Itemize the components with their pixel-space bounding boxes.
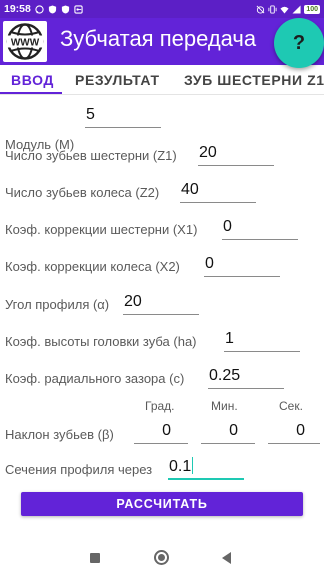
text-cursor	[192, 457, 194, 474]
beta-degrees-header: Град.	[145, 399, 175, 413]
tab-pinion-tooth[interactable]: ЗУБ ШЕСТЕРНИ Z1	[184, 72, 324, 88]
calculate-button[interactable]: РАССЧИТАТЬ	[21, 492, 303, 516]
beta-label: Наклон зубьев (β)	[5, 427, 114, 442]
alpha-input[interactable]: 20	[123, 291, 199, 315]
beta-seconds-input[interactable]: 0	[268, 420, 320, 444]
ha-label: Коэф. высоты головки зуба (ha)	[5, 334, 197, 349]
module-input[interactable]: 5	[85, 104, 161, 128]
beta-seconds-header: Сек.	[279, 399, 303, 413]
x1-input[interactable]: 0	[222, 216, 298, 240]
shield-icon	[48, 4, 56, 14]
x1-label: Коэф. коррекции шестерни (X1)	[5, 222, 198, 237]
tab-result[interactable]: РЕЗУЛЬТАТ	[75, 72, 160, 88]
tab-bar: ВВОД РЕЗУЛЬТАТ ЗУБ ШЕСТЕРНИ Z1	[0, 65, 324, 95]
status-time: 19:58	[4, 3, 31, 15]
beta-minutes-input[interactable]: 0	[201, 420, 255, 444]
battery-icon: 100	[304, 4, 320, 14]
wifi-icon	[280, 6, 289, 14]
alpha-label: Угол профиля (α)	[5, 297, 110, 312]
help-button[interactable]: ?	[274, 18, 324, 68]
back-icon[interactable]	[222, 552, 231, 564]
status-bar: 19:58 100	[0, 0, 324, 18]
section-value: 0.1	[169, 458, 192, 475]
z1-input[interactable]: 20	[198, 142, 274, 166]
c-input[interactable]: 0.25	[208, 365, 284, 389]
tab-input[interactable]: ВВОД	[11, 72, 54, 88]
vpn-key-icon	[74, 4, 83, 14]
navigation-bar	[0, 540, 324, 576]
section-input[interactable]: 0.1	[168, 456, 244, 480]
app-logo: WWW	[3, 21, 47, 62]
alarm-off-icon	[256, 5, 265, 14]
signal-icon	[292, 4, 301, 14]
c-label: Коэф. радиального зазора (c)	[5, 371, 185, 386]
beta-minutes-header: Мин.	[211, 399, 238, 413]
active-tab-indicator	[0, 92, 62, 94]
x2-label: Коэф. коррекции колеса (X2)	[5, 259, 180, 274]
z1-label: Число зубьев шестерни (Z1)	[5, 148, 177, 163]
z2-label: Число зубьев колеса (Z2)	[5, 185, 160, 200]
shield-icon	[61, 4, 69, 14]
recents-icon[interactable]	[90, 553, 100, 563]
logo-text: WWW	[11, 38, 40, 49]
z2-input[interactable]: 40	[180, 179, 256, 203]
ha-input[interactable]: 1	[224, 328, 300, 352]
whatsapp-icon	[35, 4, 44, 14]
home-icon[interactable]	[154, 550, 169, 565]
beta-degrees-input[interactable]: 0	[134, 420, 188, 444]
globe-icon: WWW	[6, 23, 44, 60]
app-title: Зубчатая передача	[60, 26, 257, 51]
x2-input[interactable]: 0	[204, 253, 280, 277]
section-label: Сечения профиля через	[5, 462, 153, 477]
vibrate-icon	[268, 4, 277, 14]
